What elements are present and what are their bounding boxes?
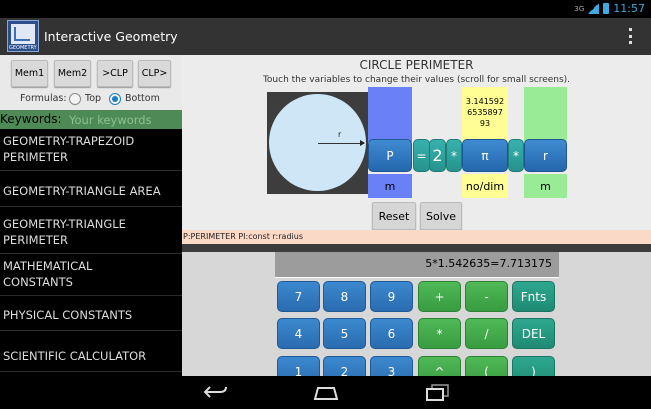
calc-key[interactable]: 7: [277, 281, 320, 312]
navigation-bar: [0, 376, 651, 409]
calculator-display[interactable]: 5*1.542635=7.713175: [275, 252, 559, 278]
variable-legend: P:PERIMETER PI:const r:radius: [182, 230, 651, 244]
variable-pi-value-box[interactable]: 3.141592 6535897 93: [462, 87, 508, 142]
app-logo-icon[interactable]: GEOMETRY: [7, 20, 39, 52]
home-icon[interactable]: [312, 383, 340, 401]
clock: 11:57: [613, 2, 645, 15]
calculator: 5*1.542635=7.713175 7 8 9 + - Fnts 4 5 6 * / DEL 1 2 3…: [182, 252, 651, 376]
variable-r-unit[interactable]: m: [524, 174, 567, 198]
constant-two: 2: [429, 139, 446, 172]
list-item-triangle-area[interactable]: GEOMETRY-TRIANGLE AREA: [0, 183, 182, 207]
signal-icon: [588, 3, 600, 14]
list-item-trapezoid-perimeter[interactable]: GEOMETRY-TRAPEZOID PERIMETER: [0, 133, 182, 171]
copy-to-clipboard-button[interactable]: >CLP: [97, 60, 133, 87]
pi-value: 3.141592 6535897 93: [465, 97, 505, 128]
list-item-physical-constants[interactable]: PHYSICAL CONSTANTS: [0, 307, 182, 331]
keywords-label: Keywords:: [0, 112, 62, 126]
calc-key[interactable]: -: [465, 281, 508, 312]
calc-key[interactable]: +: [418, 281, 461, 312]
app-title: Interactive Geometry: [44, 29, 178, 44]
multiply-operator-2: *: [508, 139, 524, 172]
calc-key[interactable]: 2: [323, 356, 366, 376]
list-item-triangle-perimeter[interactable]: GEOMETRY-TRIANGLE PERIMETER: [0, 216, 182, 254]
calc-key[interactable]: *: [418, 318, 461, 349]
keywords-bar: Keywords:: [0, 110, 182, 129]
variable-p-value-box[interactable]: [368, 87, 412, 142]
variable-p-unit[interactable]: m: [368, 174, 412, 198]
divider: [182, 244, 651, 252]
app-window: 3G 11:57 GEOMETRY Interactive Geometry M…: [0, 0, 651, 409]
calc-key[interactable]: DEL: [512, 318, 555, 349]
calc-key[interactable]: 6: [370, 318, 413, 349]
circle-diagram: r: [267, 92, 368, 194]
equals-operator: =: [413, 139, 430, 172]
calc-key[interactable]: 3: [370, 356, 413, 376]
back-icon[interactable]: [203, 383, 229, 401]
keywords-input[interactable]: [69, 111, 181, 128]
radio-top-label[interactable]: Top: [85, 93, 101, 104]
radio-bottom[interactable]: [109, 93, 121, 105]
variable-pi-button[interactable]: π: [462, 139, 508, 172]
multiply-operator: *: [446, 139, 462, 172]
variable-r-value-box[interactable]: [524, 87, 567, 142]
calculator-display-text: 5*1.542635=7.713175: [425, 257, 552, 270]
formulas-label: Formulas:: [20, 93, 67, 104]
app-logo-label: GEOMETRY: [9, 45, 37, 51]
calc-key[interactable]: 1: [277, 356, 320, 376]
radius-label: r: [338, 130, 342, 139]
overflow-menu-icon[interactable]: [627, 28, 633, 44]
calc-key[interactable]: ^: [418, 356, 461, 376]
calc-key[interactable]: /: [465, 318, 508, 349]
calc-key[interactable]: 8: [323, 281, 366, 312]
variable-p-button[interactable]: P: [368, 139, 412, 172]
formula-panel: CIRCLE PERIMETER Touch the variables to …: [182, 55, 651, 376]
arrow-right-icon: [360, 140, 365, 146]
network-type: 3G: [574, 4, 585, 13]
variable-r-button[interactable]: r: [524, 139, 567, 172]
mem2-button[interactable]: Mem2: [54, 60, 91, 87]
mem1-button[interactable]: Mem1: [11, 60, 48, 87]
calc-key[interactable]: 4: [277, 318, 320, 349]
variable-pi-unit[interactable]: no/dim: [462, 174, 508, 198]
calc-key[interactable]: 5: [323, 318, 366, 349]
action-bar: GEOMETRY Interactive Geometry: [0, 18, 651, 55]
memory-toolbar: Mem1 Mem2 >CLP CLP> Formulas: Top Bottom: [0, 55, 182, 110]
radio-bottom-label[interactable]: Bottom: [125, 93, 160, 104]
calc-key[interactable]: ): [512, 356, 555, 376]
solve-button[interactable]: Solve: [420, 202, 462, 230]
calc-key[interactable]: 9: [370, 281, 413, 312]
formulas-position: Formulas: Top Bottom: [0, 93, 182, 107]
formula-browser: Mem1 Mem2 >CLP CLP> Formulas: Top Bottom…: [0, 55, 182, 376]
status-bar: 3G 11:57: [0, 0, 651, 18]
radius-line: [318, 143, 364, 144]
battery-icon: [603, 3, 610, 14]
reset-button[interactable]: Reset: [372, 202, 416, 230]
calc-key[interactable]: (: [465, 356, 508, 376]
recent-apps-icon[interactable]: [424, 383, 450, 401]
formula-instructions: Touch the variables to change their valu…: [262, 75, 571, 85]
formula-title: CIRCLE PERIMETER: [359, 58, 474, 72]
list-item-scientific-calculator[interactable]: SCIENTIFIC CALCULATOR: [0, 348, 182, 372]
paste-from-clipboard-button[interactable]: CLP>: [138, 60, 171, 87]
calc-key[interactable]: Fnts: [512, 281, 555, 312]
list-item-mathematical-constants[interactable]: MATHEMATICAL CONSTANTS: [0, 258, 182, 296]
radio-top[interactable]: [69, 93, 81, 105]
